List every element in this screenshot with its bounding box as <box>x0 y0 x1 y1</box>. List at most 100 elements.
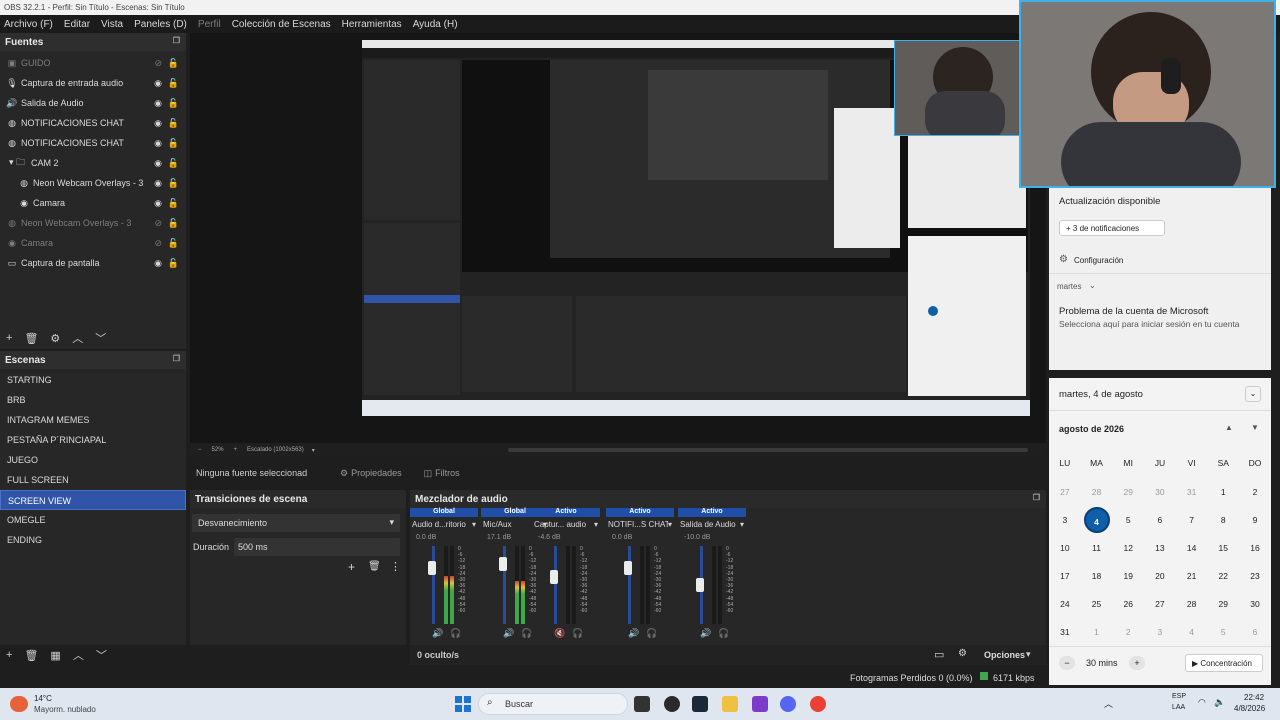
menu-item[interactable]: Perfil <box>198 19 221 30</box>
properties-button[interactable]: Propiedades <box>351 468 402 478</box>
calendar-month[interactable]: agosto de 2026 <box>1059 424 1124 434</box>
fader-track[interactable] <box>628 546 631 624</box>
focus-button[interactable]: ▶ Concentración <box>1185 654 1263 672</box>
lock-icon[interactable]: 🔓 <box>168 58 179 69</box>
language-1[interactable]: ESP <box>1172 693 1186 700</box>
move-up-icon[interactable]: ︿ <box>73 647 84 663</box>
speaker-icon[interactable]: 🔊 <box>628 628 639 639</box>
volume-fader[interactable] <box>550 569 558 584</box>
source-item[interactable]: ▣ GUIDO ⊘ 🔓 <box>0 53 186 73</box>
search-box[interactable]: ⌕ Buscar <box>478 693 628 715</box>
fader-track[interactable] <box>432 546 435 624</box>
scene-item[interactable]: PESTAÑA P´RINCIAPAL <box>0 430 186 450</box>
menu-item[interactable]: Vista <box>101 19 123 30</box>
task-view-icon[interactable] <box>634 696 650 712</box>
headphones-icon[interactable]: 🎧 <box>450 628 461 639</box>
headphones-icon[interactable]: 🎧 <box>718 628 729 639</box>
source-settings-icon[interactable]: ⚙ <box>50 332 60 345</box>
calendar-day[interactable]: 28 <box>1176 599 1208 609</box>
source-item[interactable]: ◍ NOTIFICACIONES CHAT ◉ 🔓 <box>0 113 186 133</box>
discord-icon[interactable] <box>780 696 796 712</box>
eye-icon[interactable]: ◉ <box>154 258 162 269</box>
chevron-down-icon[interactable]: ▾ <box>312 447 315 454</box>
lock-icon[interactable]: 🔓 <box>168 158 179 169</box>
volume-icon[interactable]: 🔈 <box>1214 697 1225 708</box>
ms-account-body[interactable]: Selecciona aquí para iniciar sesión en t… <box>1059 319 1240 329</box>
eye-icon[interactable]: ◉ <box>154 118 162 129</box>
scene-item[interactable]: STARTING <box>0 370 186 390</box>
calendar-day[interactable]: 1 <box>1081 627 1113 637</box>
weather-icon[interactable] <box>10 696 28 712</box>
zoom-out-icon[interactable]: − <box>198 447 202 453</box>
folder-icon[interactable] <box>722 696 738 712</box>
move-down-icon[interactable]: ﹀ <box>96 647 107 663</box>
chevron-down-icon[interactable]: ⌄ <box>1245 386 1261 402</box>
source-item[interactable]: 🔊 Salida de Audio ◉ 🔓 <box>0 93 186 113</box>
source-item[interactable]: 🎙 Captura de entrada audio ◉ 🔓 <box>0 73 186 93</box>
scene-item[interactable]: SCREEN VIEW <box>0 490 186 510</box>
eye-icon[interactable]: ◉ <box>154 138 162 149</box>
duration-input[interactable]: 500 ms <box>234 538 400 556</box>
lock-icon[interactable]: 🔓 <box>168 78 179 89</box>
calendar-day[interactable]: 5 <box>1112 515 1144 533</box>
float-icon[interactable]: ❐ <box>173 36 180 45</box>
chevron-down-icon[interactable]: ▾ <box>594 520 598 529</box>
volume-fader[interactable] <box>499 556 507 571</box>
source-item[interactable]: ◍ Neon Webcam Overlays - 3 ⊘ 🔓 <box>0 213 186 233</box>
calendar-day[interactable]: 7 <box>1176 515 1208 533</box>
calendar-day[interactable]: 3 <box>1144 627 1176 637</box>
speaker-icon[interactable]: 🔊 <box>503 628 514 639</box>
lock-icon[interactable]: 🔓 <box>168 258 179 269</box>
calendar-day[interactable]: 31 <box>1049 627 1081 637</box>
language-2[interactable]: LAA <box>1172 704 1185 711</box>
calendar-day[interactable]: 30 <box>1239 599 1271 609</box>
volume-fader[interactable] <box>696 577 704 592</box>
menu-item[interactable]: Ayuda (H) <box>413 19 458 30</box>
app-icon[interactable] <box>752 696 768 712</box>
float-icon[interactable]: ❐ <box>173 354 180 363</box>
eye-icon[interactable]: ◉ <box>154 78 162 89</box>
speaker-icon[interactable]: 🔊 <box>700 628 711 639</box>
menu-item[interactable]: Colección de Escenas <box>232 19 331 30</box>
scene-item[interactable]: ENDING <box>0 530 186 550</box>
headphones-icon[interactable]: 🎧 <box>521 628 532 639</box>
volume-fader[interactable] <box>428 561 436 576</box>
eye-icon[interactable]: ◉ <box>154 198 162 209</box>
eye-hidden-icon[interactable]: ⊘ <box>154 58 162 69</box>
calendar-day[interactable]: 4 <box>1176 627 1208 637</box>
calendar-day[interactable]: 10 <box>1049 543 1081 553</box>
source-item[interactable]: ◍ NOTIFICACIONES CHAT ◉ 🔓 <box>0 133 186 153</box>
windows-start-icon[interactable] <box>455 696 471 712</box>
clock-time[interactable]: 22:42 <box>1244 693 1264 702</box>
zoom-in-icon[interactable]: + <box>234 447 238 453</box>
calendar-day[interactable]: 30 <box>1144 487 1176 497</box>
headphones-icon[interactable]: 🎧 <box>572 628 583 639</box>
source-item[interactable]: ◉ Camara ⊘ 🔓 <box>0 233 186 253</box>
gear-icon[interactable]: ⚙ <box>958 648 967 659</box>
weather-desc[interactable]: Mayorm. nublado <box>34 705 96 714</box>
eye-icon[interactable]: ◉ <box>154 98 162 109</box>
calendar-day[interactable]: 14 <box>1176 543 1208 553</box>
eye-hidden-icon[interactable]: ⊘ <box>154 238 162 249</box>
calendar-day[interactable]: 18 <box>1081 571 1113 581</box>
more-icon[interactable]: ⋮ <box>390 560 401 573</box>
increase-time-icon[interactable]: + <box>1129 656 1145 670</box>
calendar-day[interactable]: 1 <box>1207 487 1239 497</box>
chevron-up-icon[interactable]: ︿ <box>1104 697 1113 710</box>
lock-icon[interactable]: 🔓 <box>168 118 179 129</box>
move-down-icon[interactable]: ﹀ <box>95 330 106 346</box>
next-month-icon[interactable]: ▼ <box>1251 423 1259 432</box>
calendar-day[interactable]: 26 <box>1112 599 1144 609</box>
eye-icon[interactable]: ◉ <box>154 158 162 169</box>
previous-month-icon[interactable]: ▲ <box>1225 423 1233 432</box>
add-transition-icon[interactable]: + <box>348 560 355 574</box>
remove-transition-icon[interactable]: 🗑 <box>368 561 381 572</box>
calendar-day[interactable]: 6 <box>1239 627 1271 637</box>
eye-hidden-icon[interactable]: ⊘ <box>154 218 162 229</box>
scene-item[interactable]: BRB <box>0 390 186 410</box>
calendar-day[interactable]: 6 <box>1144 515 1176 533</box>
clock-date[interactable]: 4/8/2026 <box>1234 704 1265 713</box>
calendar-day[interactable]: 27 <box>1049 487 1081 497</box>
lock-icon[interactable]: 🔓 <box>168 138 179 149</box>
calendar-day[interactable]: 2 <box>1112 627 1144 637</box>
